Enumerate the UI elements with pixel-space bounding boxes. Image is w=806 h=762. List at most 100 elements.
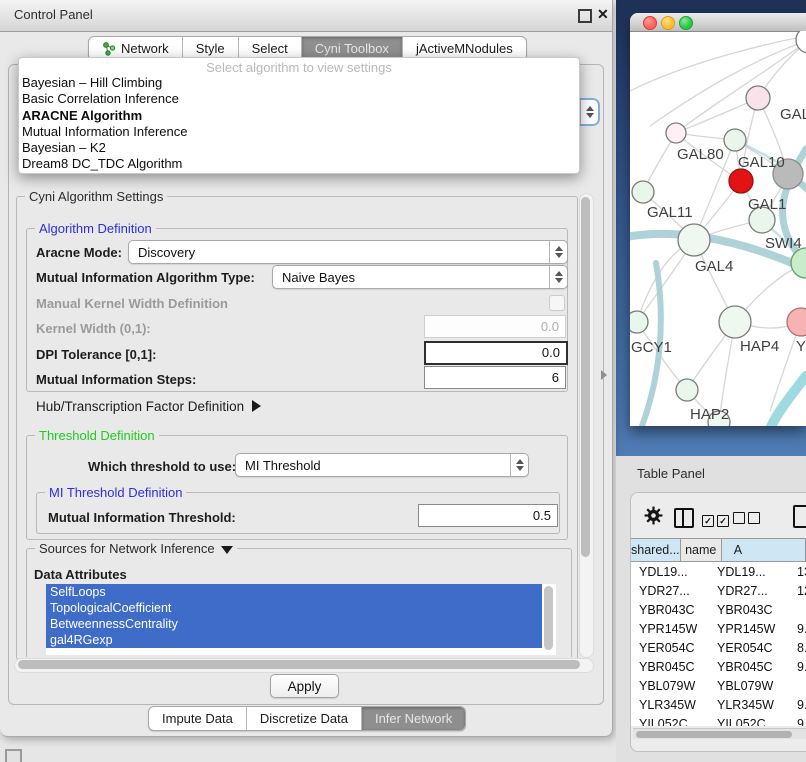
tab-discretize-data[interactable]: Discretize Data	[247, 707, 362, 730]
minimize-traffic-light-icon[interactable]	[661, 16, 675, 30]
table-row[interactable]: YBL079W YBL079W	[631, 676, 806, 695]
cell[interactable]: YBR045C	[631, 660, 709, 674]
list-item[interactable]: TopologicalCoefficient	[46, 600, 542, 616]
list-item[interactable]: BetweennessCentrality	[46, 616, 542, 632]
aracne-mode-label: Aracne Mode:	[36, 245, 122, 260]
cell[interactable]: YBR043C	[631, 603, 709, 617]
table-scroll-thumb[interactable]	[636, 731, 792, 738]
table-row[interactable]: YDR27... YDR27... 12	[631, 581, 806, 600]
show-columns-icon[interactable]	[674, 508, 694, 528]
float-window-icon[interactable]	[578, 9, 592, 23]
cell[interactable]: YIL052C	[709, 717, 785, 727]
list-item[interactable]: gal4RGexp	[46, 632, 542, 648]
cell[interactable]: YDR27...	[631, 584, 709, 598]
table-row[interactable]: YIL052C YIL052C 9	[631, 714, 806, 726]
table-row[interactable]: YBR045C YBR045C 9.	[631, 657, 806, 676]
settings-horizontal-scrollbar[interactable]	[14, 658, 594, 673]
zoom-traffic-light-icon[interactable]	[679, 16, 693, 30]
control-panel-titlebar[interactable]: Control Panel ✕	[0, 0, 612, 32]
cell[interactable]: YLR345W	[631, 698, 709, 712]
dpi-tolerance-field[interactable]: 0.0	[424, 341, 568, 365]
cell[interactable]: YBL079W	[709, 679, 785, 693]
cell[interactable]: YER054C	[631, 641, 709, 655]
menu-item-bayesian-hill-climbing[interactable]: Bayesian – Hill Climbing	[19, 75, 579, 91]
cell[interactable]: 9.	[785, 660, 806, 674]
mi-threshold-field[interactable]: 0.5	[418, 504, 558, 527]
node-hap2[interactable]	[676, 379, 698, 401]
algorithm-definition-title: Algorithm Definition	[35, 221, 156, 236]
node-hap4[interactable]	[719, 306, 751, 338]
list-scrollbar[interactable]	[544, 586, 553, 650]
panel-splitter-grip[interactable]	[601, 370, 607, 380]
network-window-titlebar[interactable]	[630, 13, 806, 32]
table-row[interactable]: YER054C YER054C 8.	[631, 638, 806, 657]
node-gal80[interactable]	[666, 123, 686, 143]
which-threshold-combobox[interactable]: MI Threshold	[235, 453, 529, 477]
cell[interactable]: YBR045C	[709, 660, 785, 674]
network-canvas[interactable]: GAL GAL80 GAL10 GAL11 GAL1 SWI4 GAL4 GCY…	[630, 31, 806, 426]
node-gal-pink[interactable]	[746, 86, 770, 110]
hub-section-toggle[interactable]: Hub/Transcription Factor Definition	[36, 399, 261, 414]
vertical-scroll-thumb[interactable]	[581, 197, 590, 557]
export-table-icon[interactable]	[793, 505, 806, 528]
cell[interactable]: YDL19...	[709, 565, 785, 579]
kernel-width-field[interactable]: 0.0	[424, 315, 566, 338]
aracne-mode-combobox[interactable]: Discovery	[128, 240, 568, 264]
menu-item-dream8[interactable]: Dream8 DC_TDC Algorithm	[19, 156, 579, 172]
mi-algorithm-type-combobox[interactable]: Naive Bayes	[272, 265, 568, 289]
apply-button[interactable]: Apply	[270, 674, 339, 698]
deselect-all-checkboxes-icon[interactable]	[733, 511, 760, 529]
manual-kernel-width-checkbox[interactable]	[549, 295, 565, 311]
cell[interactable]: 9	[785, 717, 806, 727]
tab-impute-data[interactable]: Impute Data	[149, 707, 247, 730]
tab-infer-network[interactable]: Infer Network	[362, 707, 465, 730]
close-traffic-light-icon[interactable]	[643, 16, 657, 30]
list-item[interactable]: SelfLoops	[46, 584, 542, 600]
table-row[interactable]: YBR043C YBR043C	[631, 600, 806, 619]
cell[interactable]: 12	[785, 584, 806, 598]
close-icon[interactable]: ✕	[597, 6, 609, 23]
node-gal11[interactable]	[632, 181, 654, 203]
cell[interactable]: 8.	[785, 641, 806, 655]
cell[interactable]: YER054C	[709, 641, 785, 655]
column-header-shared-name[interactable]: shared...	[631, 539, 681, 561]
menu-item-basic-correlation[interactable]: Basic Correlation Inference	[19, 91, 579, 107]
cell[interactable]: YDR27...	[709, 584, 785, 598]
select-all-checkboxes-icon[interactable]: ✓✓	[702, 511, 729, 529]
column-header-partial[interactable]: A	[722, 539, 806, 561]
node-selected-red[interactable]	[729, 169, 753, 193]
table-settings-gear-icon[interactable]	[644, 506, 663, 530]
node-salmon[interactable]	[787, 308, 806, 336]
cell[interactable]: YDL19...	[631, 565, 709, 579]
horizontal-scroll-thumb[interactable]	[18, 660, 580, 669]
cell[interactable]: 13	[785, 565, 806, 579]
column-header-name[interactable]: name	[681, 539, 722, 561]
table-row[interactable]: YLR345W YLR345W 9.	[631, 695, 806, 714]
cell[interactable]: 9.	[785, 622, 806, 636]
settings-vertical-scrollbar[interactable]	[579, 193, 594, 658]
cell[interactable]: 9.	[785, 698, 806, 712]
cell[interactable]: YPR145W	[709, 622, 785, 636]
data-attributes-list[interactable]: SelfLoops TopologicalCoefficient Between…	[46, 584, 556, 655]
aracne-mode-value: Discovery	[129, 245, 549, 260]
minimized-panel-icon[interactable]	[5, 749, 22, 762]
node-gal4[interactable]	[678, 224, 710, 256]
menu-item-mutual-information[interactable]: Mutual Information Inference	[19, 124, 579, 140]
cell[interactable]: YPR145W	[631, 622, 709, 636]
sources-group-title[interactable]: Sources for Network Inference	[35, 541, 237, 556]
cell[interactable]: YBL079W	[631, 679, 709, 693]
node-label: GAL10	[738, 154, 785, 171]
menu-item-aracne[interactable]: ARACNE Algorithm	[19, 108, 579, 124]
mi-algorithm-type-value: Naive Bayes	[273, 270, 549, 285]
stepper-up-icon	[586, 106, 594, 111]
mi-steps-field[interactable]: 6	[424, 366, 566, 389]
table-row[interactable]: YDL19... YDL19... 13	[631, 562, 806, 581]
table-horizontal-scrollbar[interactable]	[633, 728, 806, 739]
cell[interactable]: YIL052C	[631, 717, 709, 727]
cell[interactable]: YBR043C	[709, 603, 785, 617]
node-gal10[interactable]	[724, 129, 746, 151]
node-gcy1[interactable]	[630, 311, 648, 333]
cell[interactable]: YLR345W	[709, 698, 785, 712]
table-row[interactable]: YPR145W YPR145W 9.	[631, 619, 806, 638]
menu-item-bayesian-k2[interactable]: Bayesian – K2	[19, 140, 579, 156]
